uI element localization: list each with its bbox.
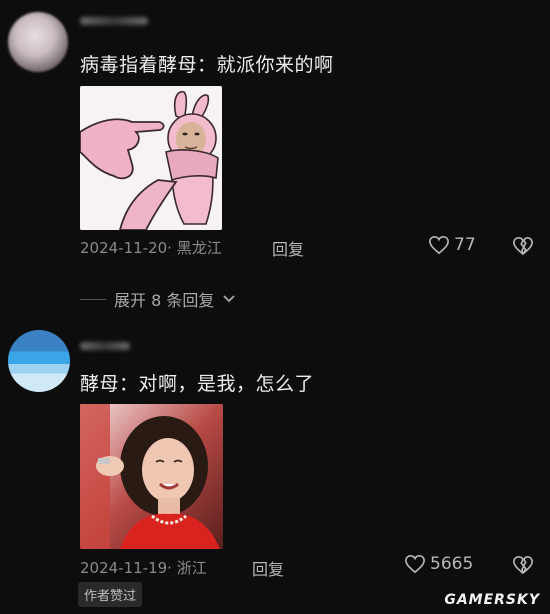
watermark: GAMERSKY: [444, 592, 540, 608]
comment-date-location: 2024-11-20· 黑龙江: [80, 239, 222, 257]
broken-heart-icon: [513, 556, 533, 574]
woman-photo: [80, 404, 223, 549]
like-count: 77: [454, 235, 476, 255]
like-button[interactable]: 5665: [404, 554, 473, 574]
heart-outline-icon: [405, 554, 425, 574]
dislike-button[interactable]: [512, 555, 534, 579]
comment-image-woman-photo[interactable]: [80, 404, 223, 549]
expand-replies-button[interactable]: 展开 8 条回复: [80, 287, 236, 311]
comment-date-location: 2024-11-19· 浙江: [80, 559, 207, 577]
comment-text: 酵母：对啊，是我，怎么了: [80, 373, 315, 395]
author-liked-badge: 作者赞过: [78, 582, 143, 607]
broken-heart-icon: [513, 237, 533, 255]
chevron-down-icon: [223, 295, 235, 303]
dislike-button[interactable]: [512, 236, 534, 260]
divider-line: [80, 298, 106, 300]
expand-replies-label: 展开 8 条回复: [114, 291, 215, 310]
heart-outline-icon: [429, 235, 449, 255]
comment-image-rabbit-meme[interactable]: [80, 86, 222, 230]
like-count: 5665: [430, 554, 474, 574]
like-button[interactable]: 77: [428, 235, 476, 255]
reply-button[interactable]: 回复: [252, 556, 284, 580]
username-blurred[interactable]: [80, 342, 130, 350]
rabbit-pointing-illustration: [80, 86, 222, 230]
comment-text: 病毒指着酵母：就派你来的啊: [80, 54, 334, 76]
username-blurred[interactable]: [80, 17, 148, 25]
avatar[interactable]: [8, 12, 68, 72]
avatar[interactable]: [8, 330, 70, 392]
reply-button[interactable]: 回复: [272, 236, 304, 260]
